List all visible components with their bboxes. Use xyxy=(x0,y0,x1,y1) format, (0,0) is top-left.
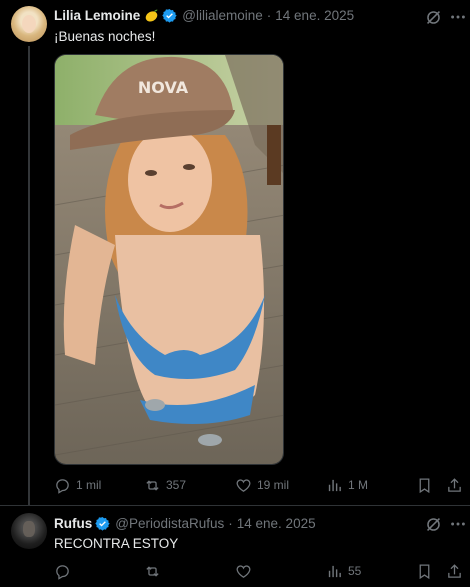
views-icon xyxy=(328,479,341,491)
author-name[interactable]: Lilia Lemoine xyxy=(54,8,140,23)
tweet-rufus[interactable]: Rufus @PeriodistaRufus · 14 ene. 2025 RE… xyxy=(0,505,470,587)
grok-icon[interactable] xyxy=(425,9,442,26)
reply-button[interactable]: 1 mil xyxy=(54,475,101,495)
photo-illustration: NOVA xyxy=(55,55,283,464)
tweet-photo[interactable]: NOVA xyxy=(54,54,284,465)
repost-button[interactable]: 357 xyxy=(144,475,186,495)
reply-icon xyxy=(56,478,69,494)
views-button[interactable]: 1 M xyxy=(326,475,368,495)
like-count: 19 mil xyxy=(257,478,290,492)
share-icon xyxy=(448,477,461,492)
avatar[interactable] xyxy=(11,6,47,42)
avatar[interactable] xyxy=(11,513,47,549)
share-button[interactable] xyxy=(446,475,463,495)
tweet-header: Lilia Lemoine @lilialemoine · 14 ene. 20… xyxy=(54,8,354,23)
tweet-date[interactable]: 14 ene. 2025 xyxy=(237,516,316,531)
more-icon[interactable] xyxy=(449,515,467,533)
tweet-header: Rufus @PeriodistaRufus · 14 ene. 2025 xyxy=(54,516,316,531)
lemon-icon xyxy=(146,9,158,22)
tweet-actions: 55 xyxy=(54,561,470,581)
reply-button[interactable] xyxy=(54,561,71,581)
cap-logo-text: NOVA xyxy=(138,78,189,97)
more-icon[interactable] xyxy=(449,8,467,26)
author-handle[interactable]: @PeriodistaRufus xyxy=(115,516,224,531)
separator-dot: · xyxy=(228,516,233,531)
repost-button[interactable] xyxy=(144,561,161,581)
heart-icon xyxy=(236,478,251,492)
views-icon xyxy=(328,565,341,577)
repost-count: 357 xyxy=(166,478,187,492)
author-name[interactable]: Rufus xyxy=(54,516,92,531)
share-button[interactable] xyxy=(446,561,463,581)
tweet-actions: 1 mil 357 19 mil 1 M xyxy=(54,475,470,495)
bookmark-button[interactable] xyxy=(416,561,433,581)
author-handle[interactable]: @lilialemoine xyxy=(182,8,263,23)
thread-line xyxy=(28,46,30,505)
bookmark-button[interactable] xyxy=(416,475,433,495)
repost-icon xyxy=(146,565,159,577)
tweet-text: ¡Buenas noches! xyxy=(54,29,156,44)
tweet-date[interactable]: 14 ene. 2025 xyxy=(275,8,354,23)
verified-badge-icon xyxy=(162,9,177,23)
views-count: 1 M xyxy=(348,478,369,492)
views-count: 55 xyxy=(348,564,362,578)
repost-icon xyxy=(146,479,159,491)
share-icon xyxy=(448,563,461,578)
verified-badge-icon xyxy=(95,517,110,531)
bookmark-icon xyxy=(419,563,430,579)
separator-dot: · xyxy=(266,8,272,23)
tweet-lilia[interactable]: Lilia Lemoine @lilialemoine · 14 ene. 20… xyxy=(0,0,470,505)
like-button[interactable]: 19 mil xyxy=(235,475,289,495)
tweet-text: RECONTRA ESTOY xyxy=(54,536,179,551)
bookmark-icon xyxy=(419,477,430,493)
views-button[interactable]: 55 xyxy=(326,561,361,581)
reply-icon xyxy=(56,564,69,580)
reply-count: 1 mil xyxy=(76,478,102,492)
heart-icon xyxy=(236,564,251,578)
grok-icon[interactable] xyxy=(425,516,442,533)
like-button[interactable] xyxy=(235,561,252,581)
